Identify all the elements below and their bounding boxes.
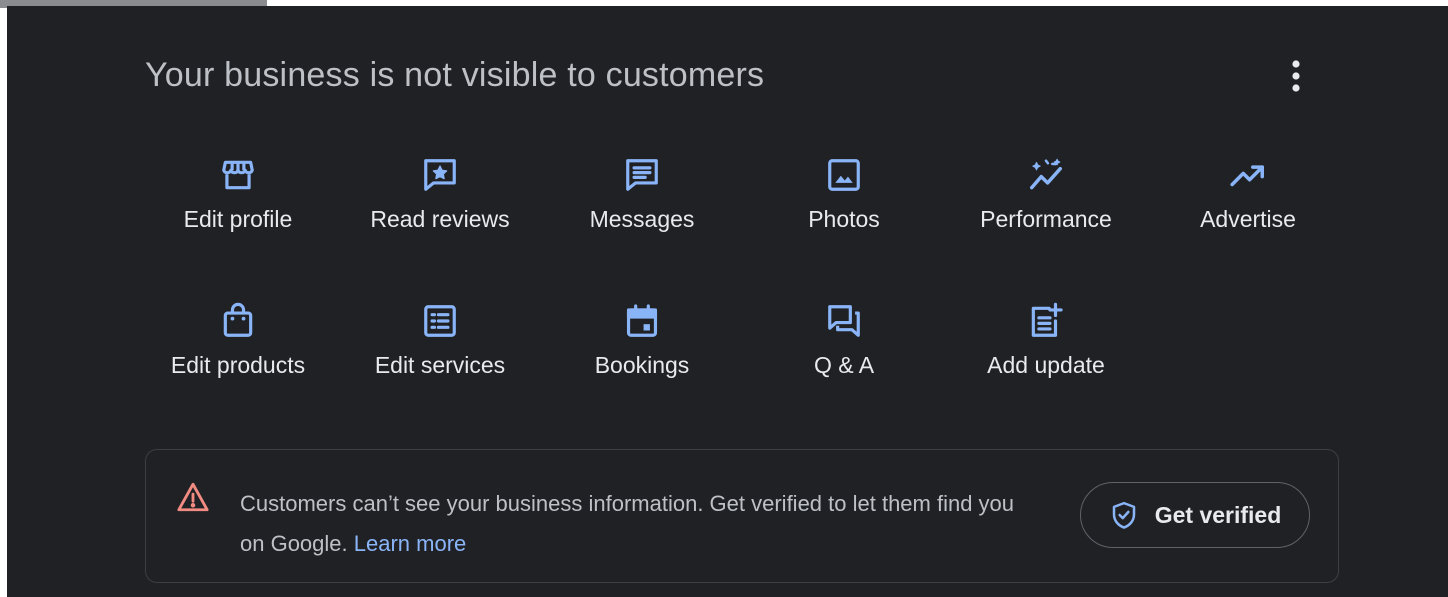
- edit-profile-button[interactable]: Edit profile: [137, 156, 339, 302]
- messages-button[interactable]: Messages: [541, 156, 743, 302]
- edit-products-button[interactable]: Edit products: [137, 302, 339, 448]
- get-verified-label: Get verified: [1154, 501, 1282, 528]
- bookings-button[interactable]: Bookings: [541, 302, 743, 448]
- add-update-label: Add update: [987, 352, 1105, 378]
- edit-services-button[interactable]: Edit services: [339, 302, 541, 448]
- calendar-icon: [626, 304, 658, 337]
- more-options-button[interactable]: [1279, 56, 1313, 96]
- bookings-label: Bookings: [594, 352, 690, 378]
- verification-message: Customers can’t see your business inform…: [240, 484, 1030, 564]
- verification-banner: Customers can’t see your business inform…: [145, 449, 1339, 583]
- more-vert-icon: [1292, 60, 1300, 92]
- q-and-a-label: Q & A: [813, 352, 875, 378]
- post-add-icon: [1031, 302, 1063, 337]
- page-title: Your business is not visible to customer…: [145, 56, 765, 94]
- verified-shield-icon: [1112, 501, 1135, 529]
- messages-label: Messages: [589, 206, 695, 232]
- performance-button[interactable]: Performance: [945, 156, 1147, 302]
- edit-products-label: Edit products: [170, 352, 306, 378]
- photos-label: Photos: [808, 206, 880, 232]
- read-reviews-button[interactable]: Read reviews: [339, 156, 541, 302]
- edit-services-label: Edit services: [374, 352, 506, 378]
- warning-icon: [177, 482, 209, 512]
- performance-icon: [1030, 158, 1062, 190]
- read-reviews-label: Read reviews: [370, 206, 510, 232]
- add-update-button[interactable]: Add update: [945, 302, 1147, 448]
- photo-icon: [828, 159, 860, 191]
- advertise-label: Advertise: [1200, 206, 1296, 232]
- trending-up-icon: [1230, 165, 1264, 187]
- list-icon: [424, 305, 456, 337]
- learn-more-link[interactable]: Learn more: [354, 531, 467, 556]
- storefront-icon: [222, 160, 254, 190]
- edit-profile-label: Edit profile: [183, 206, 293, 232]
- forum-icon: [828, 305, 860, 337]
- shopping-bag-icon: [223, 302, 253, 337]
- q-and-a-button[interactable]: Q & A: [743, 302, 945, 448]
- photos-button[interactable]: Photos: [743, 156, 945, 302]
- review-star-icon: [424, 159, 456, 191]
- business-profile-panel: Your business is not visible to customer…: [7, 6, 1448, 597]
- performance-label: Performance: [980, 206, 1112, 232]
- get-verified-button[interactable]: Get verified: [1080, 482, 1310, 548]
- quick-actions-grid: Edit profile Read reviews Messages Photo…: [137, 156, 1349, 448]
- advertise-button[interactable]: Advertise: [1147, 156, 1349, 302]
- message-icon: [626, 159, 658, 191]
